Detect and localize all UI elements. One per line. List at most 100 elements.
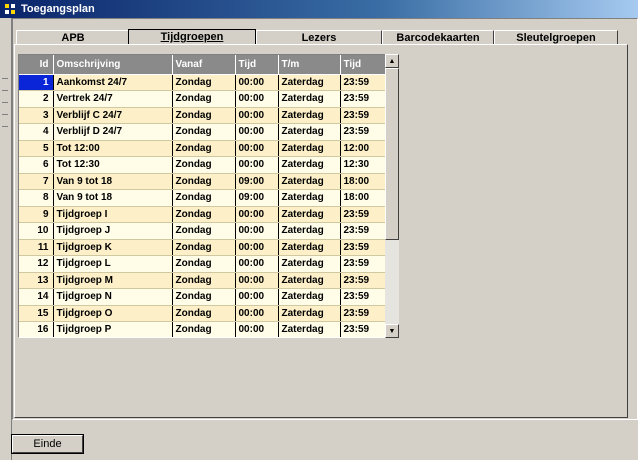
tab-tijdgroepen[interactable]: Tijdgroepen — [128, 29, 256, 44]
cell-tijd-start[interactable]: 00:00 — [235, 107, 279, 124]
cell-tm[interactable]: Zaterdag — [278, 189, 341, 207]
cell-tm[interactable]: Zaterdag — [278, 206, 341, 223]
cell-tm[interactable]: Zaterdag — [278, 255, 341, 273]
grid-vertical-scrollbar[interactable]: ▲ ▼ — [385, 54, 399, 338]
cell-id[interactable]: 6 — [19, 156, 54, 174]
cell-vanaf[interactable]: Zondag — [172, 222, 236, 240]
cell-vanaf[interactable]: Zondag — [172, 123, 236, 141]
cell-omschrijving[interactable]: Tijdgroep L — [53, 255, 173, 273]
scroll-down-button[interactable]: ▼ — [385, 324, 399, 338]
cell-tijd-start[interactable]: 00:00 — [235, 140, 279, 157]
cell-tijd-start[interactable]: 00:00 — [235, 288, 279, 306]
table-row[interactable]: 5 Tot 12:00 Zondag 00:00 Zaterdag 12:00 — [19, 140, 387, 157]
scroll-thumb[interactable] — [385, 68, 399, 240]
cell-id[interactable]: 4 — [19, 123, 54, 141]
table-row[interactable]: 8 Van 9 tot 18 Zondag 09:00 Zaterdag 18:00 — [19, 189, 387, 207]
cell-tijd-start[interactable]: 00:00 — [235, 305, 279, 322]
einde-button[interactable]: Einde — [12, 435, 83, 453]
cell-vanaf[interactable]: Zondag — [172, 140, 236, 157]
cell-id[interactable]: 15 — [19, 305, 54, 322]
cell-tijd-end[interactable]: 23:59 — [340, 239, 387, 256]
cell-tijd-end[interactable]: 23:59 — [340, 74, 387, 91]
cell-tijd-end[interactable]: 23:59 — [340, 123, 387, 141]
cell-tijd-end[interactable]: 23:59 — [340, 321, 387, 337]
tab-apb[interactable]: APB — [16, 30, 130, 44]
column-header-omschrijving[interactable]: Omschrijving — [53, 55, 173, 75]
tab-barcodekaarten[interactable]: Barcodekaarten — [382, 30, 494, 44]
cell-id[interactable]: 16 — [19, 321, 54, 337]
cell-tijd-end[interactable]: 23:59 — [340, 107, 387, 124]
cell-id[interactable]: 8 — [19, 189, 54, 207]
cell-omschrijving[interactable]: Tijdgroep N — [53, 288, 173, 306]
cell-id[interactable]: 2 — [19, 90, 54, 108]
cell-id[interactable]: 7 — [19, 173, 54, 190]
cell-omschrijving[interactable]: Tijdgroep O — [53, 305, 173, 322]
cell-tijd-end[interactable]: 18:00 — [340, 189, 387, 207]
cell-tijd-start[interactable]: 00:00 — [235, 206, 279, 223]
cell-vanaf[interactable]: Zondag — [172, 206, 236, 223]
cell-omschrijving[interactable]: Tijdgroep P — [53, 321, 173, 337]
cell-omschrijving[interactable]: Vertrek 24/7 — [53, 90, 173, 108]
column-header-tijd-end[interactable]: Tijd — [340, 55, 387, 75]
table-row[interactable]: 3 Verblijf C 24/7 Zondag 00:00 Zaterdag 23:59 — [19, 107, 387, 124]
cell-tijd-start[interactable]: 09:00 — [235, 173, 279, 190]
cell-tijd-end[interactable]: 18:00 — [340, 173, 387, 190]
cell-tijd-end[interactable]: 12:00 — [340, 140, 387, 157]
cell-id[interactable]: 10 — [19, 222, 54, 240]
cell-id[interactable]: 12 — [19, 255, 54, 273]
cell-vanaf[interactable]: Zondag — [172, 255, 236, 273]
cell-omschrijving[interactable]: Tijdgroep K — [53, 239, 173, 256]
cell-tm[interactable]: Zaterdag — [278, 305, 341, 322]
cell-tijd-start[interactable]: 00:00 — [235, 255, 279, 273]
cell-tijd-end[interactable]: 23:59 — [340, 90, 387, 108]
cell-tm[interactable]: Zaterdag — [278, 173, 341, 190]
table-row[interactable]: 10 Tijdgroep J Zondag 00:00 Zaterdag 23:59 — [19, 222, 387, 240]
cell-tijd-end[interactable]: 23:59 — [340, 255, 387, 273]
cell-vanaf[interactable]: Zondag — [172, 74, 236, 91]
cell-tijd-start[interactable]: 00:00 — [235, 74, 279, 91]
cell-tijd-end[interactable]: 23:59 — [340, 272, 387, 289]
table-row[interactable]: 9 Tijdgroep I Zondag 00:00 Zaterdag 23:59 — [19, 206, 387, 223]
cell-tijd-start[interactable]: 00:00 — [235, 239, 279, 256]
cell-tm[interactable]: Zaterdag — [278, 222, 341, 240]
table-row[interactable]: 11 Tijdgroep K Zondag 00:00 Zaterdag 23:59 — [19, 239, 387, 256]
cell-id[interactable]: 3 — [19, 107, 54, 124]
cell-tm[interactable]: Zaterdag — [278, 321, 341, 337]
table-row[interactable]: 4 Verblijf D 24/7 Zondag 00:00 Zaterdag 23:59 — [19, 123, 387, 141]
cell-id[interactable]: 14 — [19, 288, 54, 306]
cell-tm[interactable]: Zaterdag — [278, 123, 341, 141]
table-row[interactable]: 6 Tot 12:30 Zondag 00:00 Zaterdag 12:30 — [19, 156, 387, 174]
cell-tm[interactable]: Zaterdag — [278, 156, 341, 174]
cell-tm[interactable]: Zaterdag — [278, 140, 341, 157]
cell-vanaf[interactable]: Zondag — [172, 189, 236, 207]
table-row[interactable]: 14 Tijdgroep N Zondag 00:00 Zaterdag 23:59 — [19, 288, 387, 306]
cell-tijd-start[interactable]: 00:00 — [235, 272, 279, 289]
cell-vanaf[interactable]: Zondag — [172, 107, 236, 124]
cell-vanaf[interactable]: Zondag — [172, 305, 236, 322]
cell-tijd-start[interactable]: 00:00 — [235, 156, 279, 174]
column-header-id[interactable]: Id — [19, 55, 54, 75]
cell-tijd-start[interactable]: 09:00 — [235, 189, 279, 207]
cell-vanaf[interactable]: Zondag — [172, 288, 236, 306]
cell-tijd-start[interactable]: 00:00 — [235, 321, 279, 337]
cell-vanaf[interactable]: Zondag — [172, 272, 236, 289]
table-row[interactable]: 15 Tijdgroep O Zondag 00:00 Zaterdag 23:59 — [19, 305, 387, 322]
cell-omschrijving[interactable]: Tijdgroep J — [53, 222, 173, 240]
cell-tijd-end[interactable]: 23:59 — [340, 305, 387, 322]
cell-omschrijving[interactable]: Tijdgroep I — [53, 206, 173, 223]
cell-vanaf[interactable]: Zondag — [172, 321, 236, 337]
tab-sleutelgroepen[interactable]: Sleutelgroepen — [494, 30, 618, 44]
cell-omschrijving[interactable]: Tot 12:30 — [53, 156, 173, 174]
column-header-tm[interactable]: T/m — [278, 55, 341, 75]
cell-vanaf[interactable]: Zondag — [172, 239, 236, 256]
cell-tijd-start[interactable]: 00:00 — [235, 90, 279, 108]
cell-vanaf[interactable]: Zondag — [172, 173, 236, 190]
cell-tijd-end[interactable]: 23:59 — [340, 222, 387, 240]
scroll-up-button[interactable]: ▲ — [385, 54, 399, 68]
cell-id[interactable]: 13 — [19, 272, 54, 289]
cell-tijd-start[interactable]: 00:00 — [235, 222, 279, 240]
cell-omschrijving[interactable]: Verblijf C 24/7 — [53, 107, 173, 124]
table-row[interactable]: 2 Vertrek 24/7 Zondag 00:00 Zaterdag 23:59 — [19, 90, 387, 108]
cell-id[interactable]: 9 — [19, 206, 54, 223]
cell-omschrijving[interactable]: Tijdgroep M — [53, 272, 173, 289]
